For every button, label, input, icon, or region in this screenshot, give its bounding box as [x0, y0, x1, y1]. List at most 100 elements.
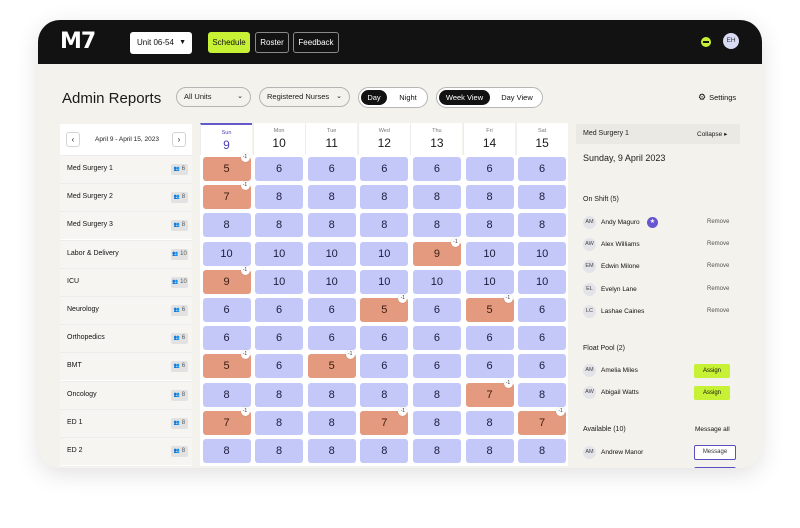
unit-row[interactable]: Med Surgery 2 👥 8	[60, 183, 192, 212]
next-week-button[interactable]: ›	[172, 132, 186, 147]
staffing-cell[interactable]: 6	[202, 298, 251, 322]
staffing-cell[interactable]: 8	[255, 213, 304, 238]
staffing-cell[interactable]: 5 -1	[360, 294, 409, 322]
staffing-cell[interactable]: 6	[307, 157, 356, 181]
staffing-cell[interactable]: 6	[518, 326, 567, 351]
staffing-cell[interactable]: 7 -1	[465, 378, 514, 407]
staffing-cell[interactable]: 8	[465, 410, 514, 435]
staffing-cell[interactable]: 8	[412, 410, 461, 435]
staffing-cell[interactable]: 10	[255, 241, 304, 266]
staffing-cell[interactable]: 8	[255, 185, 304, 210]
staffing-cell[interactable]: 8	[307, 185, 356, 210]
staffing-cell[interactable]: 10	[307, 241, 356, 266]
remove-button[interactable]: Remove	[707, 219, 729, 225]
staffing-cell[interactable]: 6	[412, 326, 461, 351]
staffing-cell[interactable]: 8	[412, 382, 461, 407]
staffing-cell[interactable]: 10	[360, 269, 409, 294]
staffing-cell[interactable]: 10	[412, 269, 461, 294]
nav-feedback-button[interactable]: Feedback	[293, 32, 339, 53]
unit-row[interactable]: ICU 👥 10	[60, 267, 192, 296]
staffing-cell[interactable]: 8	[255, 439, 304, 463]
staffing-cell[interactable]: 8	[307, 410, 356, 435]
unit-row[interactable]: Neurology 👥 6	[60, 296, 192, 324]
staffing-cell[interactable]: 8	[412, 439, 461, 463]
remove-button[interactable]: Remove	[707, 263, 729, 269]
unit-row[interactable]: ED 2 👥 8	[60, 437, 192, 465]
staffing-cell[interactable]: 8	[518, 382, 567, 407]
staffing-cell[interactable]: 5 -1	[465, 294, 514, 322]
day-header-sat[interactable]: Sat 15	[515, 123, 568, 155]
day-header-fri[interactable]: Fri 14	[463, 123, 515, 155]
day-header-mon[interactable]: Mon 10	[252, 123, 305, 155]
staffing-cell[interactable]: 8	[307, 382, 356, 407]
staffing-cell[interactable]: 10	[465, 241, 514, 266]
staffing-cell[interactable]: 6	[465, 326, 514, 351]
unit-row[interactable]: Med Surgery 3 👥 8	[60, 211, 192, 240]
staffing-cell[interactable]: 8	[360, 185, 409, 210]
remove-button[interactable]: Remove	[707, 241, 729, 247]
staffing-cell[interactable]: 6	[412, 354, 461, 379]
unit-select[interactable]: Unit 06-54 ▼	[130, 32, 192, 54]
staffing-cell[interactable]: 10	[360, 241, 409, 266]
staffing-cell[interactable]: 6	[255, 326, 304, 351]
message-button[interactable]: Message	[694, 445, 736, 460]
staffing-cell[interactable]: 9 -1	[412, 237, 461, 266]
staffing-cell[interactable]: 5 -1	[202, 350, 251, 379]
night-shift-option[interactable]: Night	[391, 90, 425, 105]
staffing-cell[interactable]: 6	[465, 354, 514, 379]
staffing-cell[interactable]: 8	[412, 185, 461, 210]
units-filter-dropdown[interactable]: All Units ⌄	[176, 87, 251, 107]
day-header-wed[interactable]: Wed 12	[357, 123, 410, 155]
staffing-cell[interactable]: 6	[518, 354, 567, 379]
staffing-cell[interactable]: 6	[518, 157, 567, 181]
day-header-thu[interactable]: Thu 13	[410, 123, 463, 155]
staffing-cell[interactable]: 8	[360, 213, 409, 238]
staffing-cell[interactable]: 8	[307, 439, 356, 463]
staffing-cell[interactable]: 7 -1	[518, 406, 567, 435]
nav-roster-button[interactable]: Roster	[255, 32, 289, 53]
staffing-cell[interactable]: 6	[307, 326, 356, 351]
role-filter-dropdown[interactable]: Registered Nurses ⌄	[259, 87, 350, 107]
staffing-cell[interactable]: 8	[255, 410, 304, 435]
staffing-cell[interactable]: 8	[202, 439, 251, 463]
unit-row[interactable]: Orthopedics 👥 6	[60, 324, 192, 353]
day-header-sun[interactable]: Sun 9	[200, 123, 252, 155]
staffing-cell[interactable]: 10	[255, 269, 304, 294]
day-view-option[interactable]: Day View	[493, 90, 541, 105]
unit-row[interactable]: ED 1 👥 8	[60, 408, 192, 437]
staffing-cell[interactable]: 6	[360, 326, 409, 351]
staffing-cell[interactable]: 8	[518, 185, 567, 210]
staffing-cell[interactable]: 8	[465, 213, 514, 238]
staffing-cell[interactable]: 8	[202, 213, 251, 238]
staffing-cell[interactable]: 5 -1	[307, 350, 356, 379]
staffing-cell[interactable]: 6	[518, 298, 567, 322]
staffing-cell[interactable]: 10	[307, 269, 356, 294]
staffing-cell[interactable]: 6	[255, 298, 304, 322]
assign-button[interactable]: Assign	[694, 364, 730, 378]
unit-row[interactable]: Oncology 👥 8	[60, 380, 192, 409]
staffing-cell[interactable]: 6	[307, 298, 356, 322]
week-view-option[interactable]: Week View	[439, 90, 490, 105]
staffing-cell[interactable]: 8	[255, 382, 304, 407]
message-button[interactable]: Message	[694, 467, 736, 468]
nav-schedule-button[interactable]: Schedule	[208, 32, 250, 53]
staffing-cell[interactable]: 7 -1	[202, 181, 251, 210]
staffing-cell[interactable]: 8	[202, 382, 251, 407]
day-shift-option[interactable]: Day	[361, 90, 387, 105]
staffing-cell[interactable]: 7 -1	[202, 406, 251, 435]
staffing-cell[interactable]: 6	[412, 157, 461, 181]
staffing-cell[interactable]: 10	[518, 241, 567, 266]
unit-row[interactable]: Med Surgery 1 👥 6	[60, 155, 192, 183]
staffing-cell[interactable]: 6	[412, 298, 461, 322]
staffing-cell[interactable]: 6	[360, 354, 409, 379]
prev-week-button[interactable]: ‹	[66, 132, 80, 147]
staffing-cell[interactable]: 10	[202, 241, 251, 266]
staffing-cell[interactable]: 6	[255, 157, 304, 181]
staffing-cell[interactable]: 8	[307, 213, 356, 238]
staffing-cell[interactable]: 7 -1	[360, 406, 409, 435]
message-all-button[interactable]: Message all	[695, 426, 730, 433]
staffing-cell[interactable]: 8	[412, 213, 461, 238]
staffing-cell[interactable]: 10	[465, 269, 514, 294]
staffing-cell[interactable]: 6	[255, 354, 304, 379]
staffing-cell[interactable]: 10	[518, 269, 567, 294]
